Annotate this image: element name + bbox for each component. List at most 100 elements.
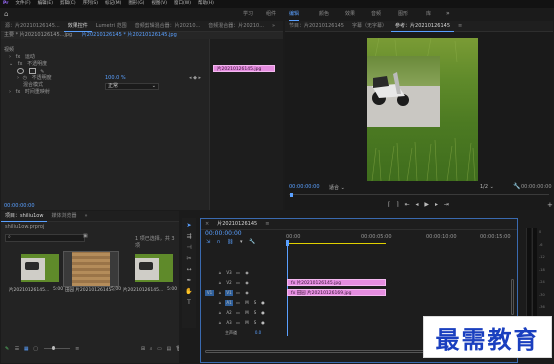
expand-icon[interactable]: ›	[9, 54, 11, 60]
effect-row-motion[interactable]: › fx 运动	[1, 54, 283, 61]
toggle-sync-lock-icon[interactable]: ⌂	[217, 290, 223, 296]
time-ruler[interactable]: 00:00 00:00:05:00 00:00:10:00 00:00:15:0…	[286, 230, 516, 246]
slip-tool-icon[interactable]: ↔	[185, 266, 193, 274]
work-area-bar[interactable]	[288, 243, 386, 244]
tab-sequence[interactable]: 片20210126145	[213, 219, 261, 229]
solo-button[interactable]: S	[252, 300, 258, 306]
tab-reference[interactable]: 参考：片20210126145	[391, 21, 455, 32]
tab-lumetri-scopes[interactable]: Lumetri 范围	[92, 21, 131, 31]
tab-project[interactable]: 项目：shiliu1ow	[1, 211, 48, 222]
toggle-sync-lock-icon[interactable]: ⌂	[217, 300, 223, 306]
panel-menu-icon[interactable]: ≡	[261, 219, 273, 229]
freeform-view-icon[interactable]: ▢	[33, 346, 38, 352]
icon-view-icon[interactable]: ▦	[24, 346, 29, 352]
new-item-icon[interactable]: ▤	[166, 346, 171, 352]
project-item-label[interactable]: 片20210126145...	[9, 287, 49, 293]
menu-graphics[interactable]: 图形(G)	[125, 0, 148, 8]
insert-sequence-icon[interactable]: ⇲	[206, 239, 210, 245]
workspace-assembly[interactable]: 组件	[266, 8, 276, 20]
track-label[interactable]: A3	[225, 320, 233, 326]
timeline-timecode[interactable]: 00:00:00:00	[205, 230, 242, 237]
target-label[interactable]: 片20210126145 * 片20210126145.jpg	[82, 32, 177, 38]
toggle-sync-lock-icon[interactable]: ⌂	[217, 320, 223, 326]
find-icon[interactable]: ⌕	[150, 346, 153, 352]
step-back-icon[interactable]: ◂	[415, 201, 418, 208]
ellipse-mask-icon[interactable]	[17, 68, 24, 74]
snap-icon[interactable]: ∩	[217, 239, 221, 245]
expand-icon[interactable]: ›	[9, 89, 11, 95]
menu-marker[interactable]: 标记(M)	[102, 0, 125, 8]
pen-mask-icon[interactable]: ✎	[40, 69, 44, 75]
fx-badge-icon[interactable]: fx	[18, 61, 23, 67]
eye-icon[interactable]: ◉	[244, 270, 250, 276]
go-to-out-icon[interactable]: ⇥	[444, 201, 449, 208]
master-volume-value[interactable]: 0.0	[253, 330, 263, 336]
clear-icon[interactable]: 🗑	[176, 346, 179, 352]
lock-icon[interactable]: ▭	[235, 270, 241, 276]
panel-menu-icon[interactable]: »	[268, 21, 279, 31]
project-item-thumbnail[interactable]	[135, 254, 173, 282]
workspace-more-icon[interactable]: »	[446, 8, 450, 20]
panel-menu-icon[interactable]: ≡	[454, 21, 466, 31]
source-patch-v1[interactable]: V1	[205, 290, 214, 296]
toggle-sync-lock-icon[interactable]: ⌂	[217, 280, 223, 286]
type-tool-icon[interactable]: T	[185, 299, 193, 307]
menu-view[interactable]: 视图(V)	[148, 0, 171, 8]
workspace-effects[interactable]: 效果	[345, 8, 355, 20]
lock-icon[interactable]: ▭	[235, 310, 241, 316]
search-input[interactable]: ⌕	[5, 234, 85, 242]
mute-button[interactable]: M	[244, 310, 250, 316]
tab-captions[interactable]: 字幕（无字幕）	[348, 21, 391, 31]
workspace-libraries[interactable]: 库	[426, 8, 431, 20]
tab-media-browser[interactable]: 媒体浏览器	[47, 211, 80, 221]
eye-icon[interactable]: ◉	[244, 290, 250, 296]
program-timecode[interactable]: 00:00:00:00	[289, 184, 320, 190]
video-frame[interactable]	[367, 38, 478, 181]
razor-tool-icon[interactable]: ✂	[185, 255, 193, 263]
menu-edit[interactable]: 编辑(E)	[34, 0, 56, 8]
timeline-clip-v1[interactable]: fx 田园 片20210126169.jpg	[287, 289, 386, 296]
mark-out-icon[interactable]: ⌉	[396, 201, 398, 208]
project-item-label[interactable]: 片20210126145...	[123, 287, 163, 293]
tab-effect-controls[interactable]: 效果控件	[63, 21, 92, 32]
menu-file[interactable]: 文件(F)	[12, 0, 34, 8]
toggle-sync-lock-icon[interactable]: ⌂	[217, 310, 223, 316]
solo-button[interactable]: S	[252, 320, 258, 326]
go-to-in-icon[interactable]: ⇤	[405, 201, 410, 208]
fit-select[interactable]: 适合 ⌄	[329, 184, 351, 191]
rectangle-mask-icon[interactable]	[28, 68, 36, 74]
track-label[interactable]: V1	[225, 290, 233, 296]
slider-handle[interactable]	[51, 346, 55, 350]
program-scrubber[interactable]	[289, 193, 549, 198]
new-bin-footer-icon[interactable]: ▭	[157, 346, 162, 352]
workspace-learn[interactable]: 学习	[243, 8, 253, 20]
zoom-slider[interactable]	[43, 346, 70, 350]
selection-tool-icon[interactable]: ➤	[185, 222, 193, 230]
overlay-image[interactable]	[367, 56, 440, 127]
home-icon[interactable]: ⌂	[4, 10, 8, 18]
track-select-tool-icon[interactable]: ⇶	[185, 233, 193, 241]
sort-icon[interactable]: ≡	[75, 346, 79, 352]
hand-tool-icon[interactable]: ✋	[185, 288, 193, 296]
track-label[interactable]: A2	[225, 310, 233, 316]
tab-audio-clip-mixer[interactable]: 音频剪辑混合器：片20210...	[131, 21, 205, 31]
effect-row-time-remap[interactable]: › fx 时间重映射	[1, 89, 283, 96]
effect-controls-timecode[interactable]: 00:00:00:00	[4, 203, 35, 209]
effect-row-opacity[interactable]: ⌄ fx 不透明度	[1, 61, 283, 68]
lock-icon[interactable]: ✎	[5, 346, 9, 352]
add-marker-icon[interactable]: ▾	[240, 239, 243, 245]
add-button-icon[interactable]: +	[547, 201, 553, 209]
list-view-icon[interactable]: ☰	[15, 346, 19, 352]
new-bin-icon[interactable]: ▣	[83, 233, 88, 239]
wrench-icon[interactable]: 🔧	[513, 183, 520, 190]
collapse-icon[interactable]: ⌄	[9, 61, 13, 67]
microphone-icon[interactable]: ●	[260, 320, 266, 326]
pen-tool-icon[interactable]: ✒	[185, 277, 193, 285]
track-label[interactable]: V3	[225, 270, 233, 276]
mark-in-icon[interactable]: ⌈	[388, 201, 390, 208]
workspace-color[interactable]: 颜色	[319, 8, 329, 20]
workspace-audio[interactable]: 音频	[371, 8, 381, 20]
eye-icon[interactable]: ◉	[244, 280, 250, 286]
tab-program[interactable]: 节目：片20210126145	[285, 21, 348, 31]
quality-select[interactable]: 1/2 ⌄	[480, 184, 494, 190]
